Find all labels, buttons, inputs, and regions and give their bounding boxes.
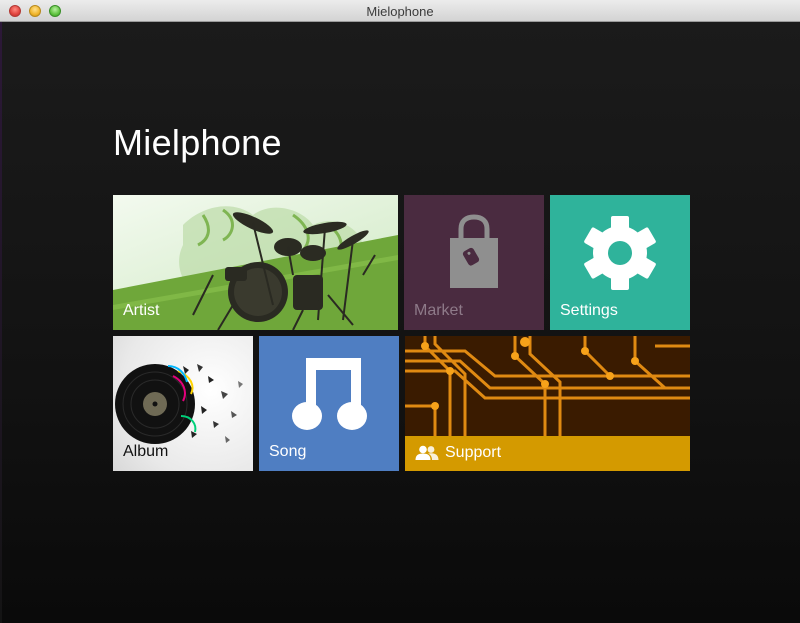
artist-tile[interactable]: Artist xyxy=(113,195,398,330)
market-tile-label: Market xyxy=(414,302,463,319)
support-tile-caption: Support xyxy=(415,444,501,462)
window-edge xyxy=(0,22,2,623)
market-tile[interactable]: Market xyxy=(404,195,544,330)
app-title: Mielphone xyxy=(113,122,282,163)
album-tile[interactable]: Album xyxy=(113,336,253,471)
settings-tile-label: Settings xyxy=(560,302,618,319)
song-tile[interactable]: Song xyxy=(259,336,399,471)
song-tile-label: Song xyxy=(269,443,307,460)
window-title: Mielophone xyxy=(366,4,434,19)
support-tile[interactable]: Support xyxy=(405,336,690,471)
support-tile-label: Support xyxy=(445,444,502,461)
title-bar[interactable]: Mielophone xyxy=(0,0,800,22)
settings-tile[interactable]: Settings xyxy=(550,195,690,330)
circuit-board-image xyxy=(405,336,690,436)
album-tile-label: Album xyxy=(123,443,169,460)
artist-tile-label: Artist xyxy=(123,302,160,319)
app-window: Mielophone Mielphone Artist Market Setti… xyxy=(0,0,800,623)
users-icon xyxy=(415,445,439,460)
